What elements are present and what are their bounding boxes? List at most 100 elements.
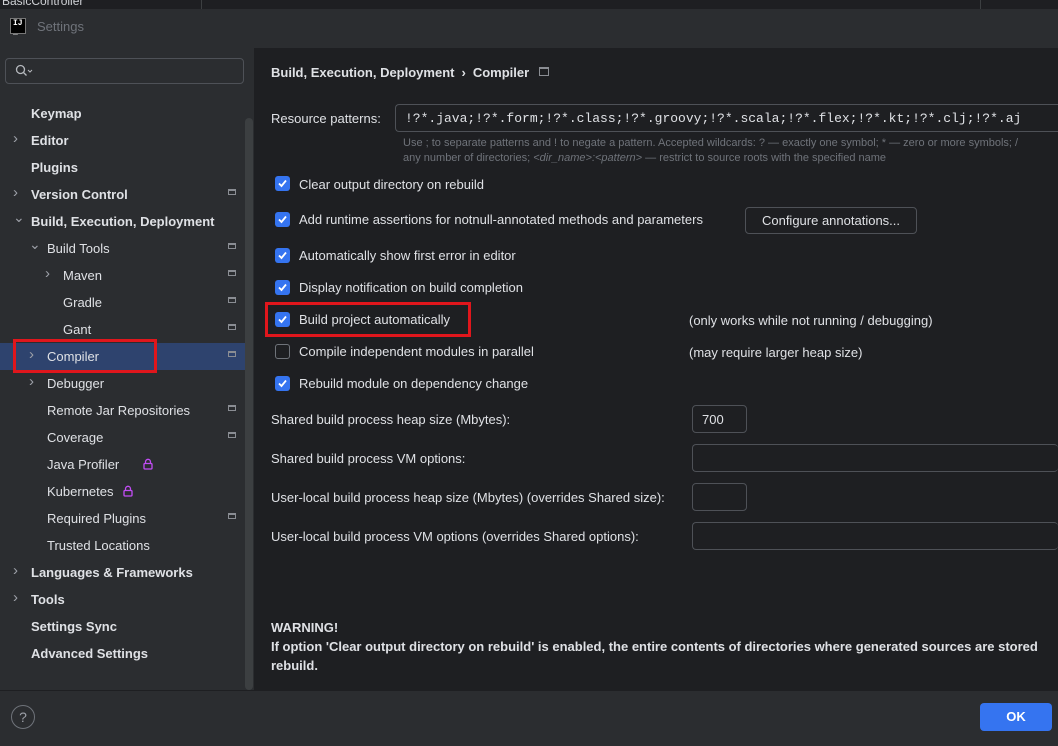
- sidebar-item-build-execution-deployment[interactable]: ⌄ Build, Execution, Deployment: [0, 208, 245, 235]
- sidebar-item-debugger[interactable]: › Debugger: [0, 370, 245, 397]
- sidebar-item-coverage[interactable]: Coverage: [0, 424, 245, 451]
- hint-pattern: <dir_name>:<pattern>: [533, 152, 643, 164]
- lock-icon: [143, 458, 153, 470]
- sidebar-item-label: Gradle: [63, 295, 103, 310]
- build-automatically-checkbox[interactable]: [275, 312, 290, 327]
- lock-icon: [123, 485, 133, 497]
- compile-parallel-checkbox[interactable]: [275, 344, 290, 359]
- resource-patterns-field[interactable]: [395, 104, 1058, 132]
- sidebar-item-label: Plugins: [31, 160, 78, 175]
- display-notification-label: Display notification on build completion: [299, 280, 524, 295]
- runtime-assertions-checkbox[interactable]: [275, 212, 290, 227]
- window-title: Settings: [37, 19, 84, 34]
- project-scope-icon: [228, 405, 236, 411]
- project-scope-icon: [228, 297, 236, 303]
- chevron-right-icon[interactable]: ›: [29, 346, 34, 363]
- sidebar-item-tools[interactable]: › Tools: [0, 586, 245, 613]
- search-icon: [15, 64, 33, 76]
- strip-divider: [201, 0, 202, 9]
- user-heap-input[interactable]: [702, 488, 742, 506]
- user-vm-field[interactable]: [692, 522, 1058, 550]
- show-first-error-checkbox[interactable]: [275, 248, 290, 263]
- sidebar-item-editor[interactable]: › Editor: [0, 127, 245, 154]
- checkmark-icon: [278, 215, 287, 224]
- chevron-right-icon[interactable]: ›: [13, 130, 18, 147]
- sidebar-item-compiler[interactable]: › Compiler: [0, 343, 253, 370]
- ide-breadcrumb-strip: BasicController: [0, 0, 1058, 9]
- sidebar-item-label: Debugger: [47, 376, 105, 391]
- sidebar-item-settings-sync[interactable]: Settings Sync: [0, 613, 245, 640]
- sidebar-item-trusted-locations[interactable]: Trusted Locations: [0, 532, 245, 559]
- checkmark-icon: [278, 315, 287, 324]
- sidebar-item-advanced-settings[interactable]: Advanced Settings: [0, 640, 245, 667]
- sidebar-item-label: Coverage: [47, 430, 104, 445]
- resource-patterns-input[interactable]: [405, 109, 1055, 127]
- checkmark-icon: [278, 179, 287, 188]
- sidebar-item-label: Compiler: [47, 349, 100, 364]
- settings-sidebar: Keymap › Editor Plugins › Version Control ⌄ Bui…: [0, 48, 255, 690]
- shared-heap-input[interactable]: [702, 410, 742, 428]
- checkmark-icon: [278, 283, 287, 292]
- sidebar-item-build-tools[interactable]: ⌄ Build Tools: [0, 235, 245, 262]
- shared-vm-label: Shared build process VM options:: [271, 451, 466, 466]
- sidebar-item-version-control[interactable]: › Version Control: [0, 181, 245, 208]
- chevron-down-icon[interactable]: ⌄: [29, 236, 41, 253]
- project-scope-icon: [228, 351, 236, 357]
- hint-text: any number of directories;: [403, 152, 534, 164]
- project-scope-icon: [228, 432, 236, 438]
- sidebar-item-java-profiler[interactable]: Java Profiler: [0, 451, 245, 478]
- user-heap-field[interactable]: [692, 483, 747, 511]
- show-first-error-label: Automatically show first error in editor: [299, 248, 516, 263]
- sidebar-scrollbar[interactable]: [245, 118, 253, 690]
- sidebar-item-label: Tools: [31, 592, 65, 607]
- sidebar-item-gant[interactable]: Gant: [0, 316, 245, 343]
- dialog-footer: ? OK: [0, 690, 1058, 746]
- sidebar-item-keymap[interactable]: Keymap: [0, 100, 245, 127]
- resource-patterns-label: Resource patterns:: [271, 111, 381, 126]
- breadcrumb-parent[interactable]: Build, Execution, Deployment: [271, 65, 454, 80]
- shared-heap-label: Shared build process heap size (Mbytes):: [271, 412, 511, 427]
- display-notification-checkbox[interactable]: [275, 280, 290, 295]
- sidebar-item-required-plugins[interactable]: Required Plugins: [0, 505, 245, 532]
- intellij-logo-icon: IJ _: [10, 18, 26, 37]
- user-heap-label: User-local build process heap size (Mbyt…: [271, 490, 665, 505]
- shared-vm-input[interactable]: [702, 449, 1052, 467]
- clear-output-label: Clear output directory on rebuild: [299, 177, 484, 192]
- sidebar-item-label: Languages & Frameworks: [31, 565, 193, 580]
- warning-title: WARNING!: [271, 620, 339, 635]
- help-button[interactable]: ?: [11, 705, 35, 729]
- project-scope-icon: [228, 189, 236, 195]
- warning-text-2: rebuild.: [271, 658, 318, 673]
- shared-vm-field[interactable]: [692, 444, 1058, 472]
- sidebar-item-label: Java Profiler: [47, 457, 120, 472]
- chevron-right-icon[interactable]: ›: [13, 184, 18, 201]
- sidebar-item-remote-jar-repositories[interactable]: Remote Jar Repositories: [0, 397, 245, 424]
- chevron-right-icon: ›: [461, 65, 466, 80]
- settings-search[interactable]: [5, 58, 244, 84]
- configure-annotations-button[interactable]: Configure annotations...: [745, 207, 917, 234]
- search-input[interactable]: [38, 62, 242, 82]
- sidebar-item-maven[interactable]: › Maven: [0, 262, 245, 289]
- strip-divider: [980, 0, 981, 9]
- sidebar-item-label: Editor: [31, 133, 69, 148]
- sidebar-item-gradle[interactable]: Gradle: [0, 289, 245, 316]
- checkmark-icon: [278, 251, 287, 260]
- chevron-right-icon[interactable]: ›: [13, 589, 18, 606]
- chevron-right-icon[interactable]: ›: [29, 373, 34, 390]
- clear-output-checkbox[interactable]: [275, 176, 290, 191]
- chevron-down-icon[interactable]: ⌄: [13, 209, 25, 226]
- rebuild-dependency-checkbox[interactable]: [275, 376, 290, 391]
- shared-heap-field[interactable]: [692, 405, 747, 433]
- user-vm-label: User-local build process VM options (ove…: [271, 529, 639, 544]
- sidebar-item-kubernetes[interactable]: Kubernetes: [0, 478, 245, 505]
- checkmark-icon: [278, 379, 287, 388]
- chevron-right-icon[interactable]: ›: [45, 265, 50, 282]
- compile-parallel-label: Compile independent modules in parallel: [299, 344, 534, 359]
- user-vm-input[interactable]: [702, 527, 1052, 545]
- chevron-right-icon[interactable]: ›: [13, 562, 18, 579]
- sidebar-item-plugins[interactable]: Plugins: [0, 154, 245, 181]
- compile-parallel-note: (may require larger heap size): [689, 345, 863, 360]
- sidebar-item-languages-frameworks[interactable]: › Languages & Frameworks: [0, 559, 245, 586]
- ok-button[interactable]: OK: [980, 703, 1052, 731]
- runtime-assertions-label: Add runtime assertions for notnull-annot…: [299, 212, 703, 227]
